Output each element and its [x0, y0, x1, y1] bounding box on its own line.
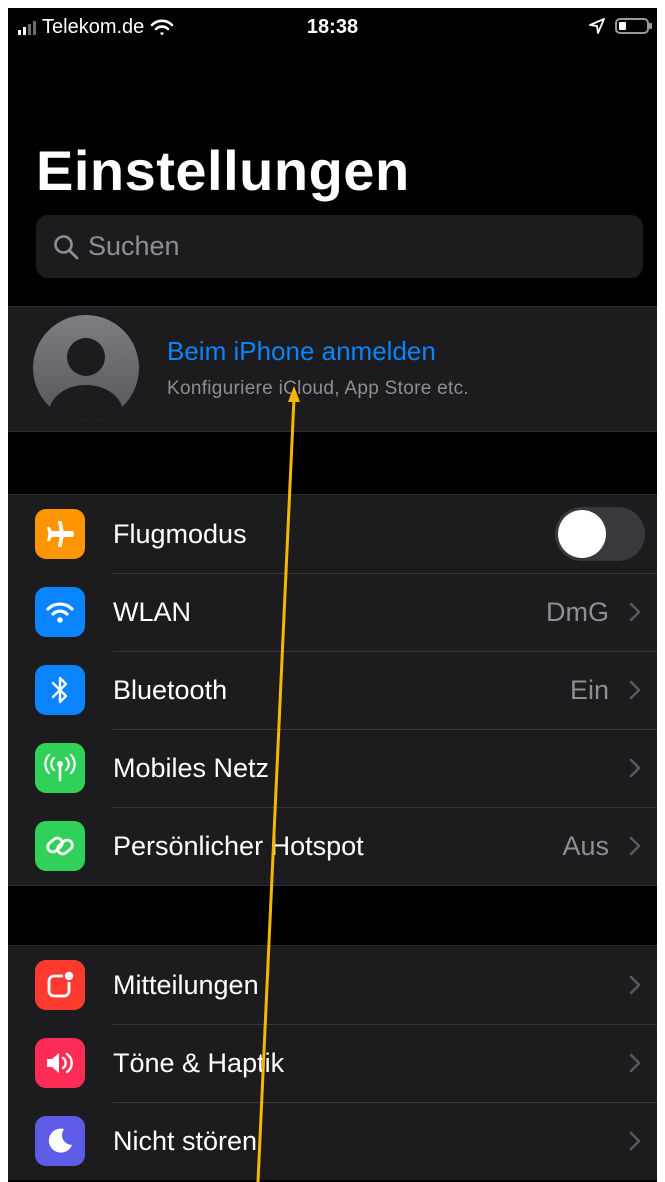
speaker-icon [35, 1038, 85, 1088]
settings-row-mitteilungen[interactable]: Mitteilungen [8, 946, 657, 1024]
chevron-right-icon [629, 1053, 641, 1073]
hotspot-value: Aus [562, 830, 609, 861]
battery-icon [615, 18, 652, 34]
settings-row-flugmodus[interactable]: Flugmodus [8, 495, 657, 573]
hotspot-label: Persönlicher Hotspot [113, 830, 364, 861]
chevron-right-icon [629, 680, 641, 700]
mobiles-netz-label: Mobiles Netz [113, 752, 270, 783]
bluetooth-value: Ein [569, 674, 609, 705]
moon-icon [35, 1116, 85, 1166]
airplane-icon [35, 509, 85, 559]
avatar [33, 315, 139, 421]
wifi-icon [35, 587, 85, 637]
settings-screen: Telekom.de 18:38 Einstellungen Suchen Be… [8, 8, 657, 1182]
mitteilungen-label: Mitteilungen [113, 969, 259, 1000]
person-icon [49, 338, 123, 421]
location-icon [589, 18, 605, 34]
toggle-knob [558, 510, 606, 558]
settings-row-bluetooth[interactable]: Bluetooth Ein [8, 651, 657, 729]
hotspot-icon [35, 821, 85, 871]
nicht-stoeren-label: Nicht stören [113, 1125, 258, 1156]
connectivity-group: Flugmodus WLAN DmG Bluetooth Ein Mobiles… [8, 494, 657, 886]
page-title: Einstellungen [36, 139, 410, 202]
sign-in-subtitle: Konfiguriere iCloud, App Store etc. [167, 378, 470, 399]
chevron-right-icon [629, 1131, 641, 1151]
search-input[interactable] [86, 230, 590, 263]
search-icon [54, 234, 79, 259]
sign-in-title: Beim iPhone anmelden [167, 336, 436, 366]
settings-row-wlan[interactable]: WLAN DmG [8, 573, 657, 651]
chevron-right-icon [629, 836, 641, 856]
wlan-value: DmG [546, 596, 609, 627]
toene-label: Töne & Haptik [113, 1047, 285, 1078]
settings-row-toene[interactable]: Töne & Haptik [8, 1024, 657, 1102]
wlan-label: WLAN [113, 596, 192, 627]
status-bar: Telekom.de 18:38 [8, 8, 657, 48]
search-bar[interactable] [36, 215, 643, 278]
status-time: 18:38 [306, 16, 359, 38]
notifications-group: Mitteilungen Töne & Haptik Nicht stören [8, 945, 657, 1180]
notifications-icon [35, 960, 85, 1010]
flugmodus-toggle[interactable] [555, 507, 645, 561]
flugmodus-label: Flugmodus [113, 518, 247, 549]
chevron-right-icon [629, 975, 641, 995]
chevron-right-icon [629, 602, 641, 622]
sign-in-row[interactable]: Beim iPhone anmelden Konfiguriere iCloud… [8, 306, 657, 432]
status-right [589, 18, 652, 34]
antenna-icon [35, 743, 85, 793]
settings-row-mobiles-netz[interactable]: Mobiles Netz [8, 729, 657, 807]
bluetooth-label: Bluetooth [113, 674, 228, 705]
settings-row-hotspot[interactable]: Persönlicher Hotspot Aus [8, 807, 657, 885]
bluetooth-icon [35, 665, 85, 715]
chevron-right-icon [629, 758, 641, 778]
settings-row-nicht-stoeren[interactable]: Nicht stören [8, 1102, 657, 1180]
